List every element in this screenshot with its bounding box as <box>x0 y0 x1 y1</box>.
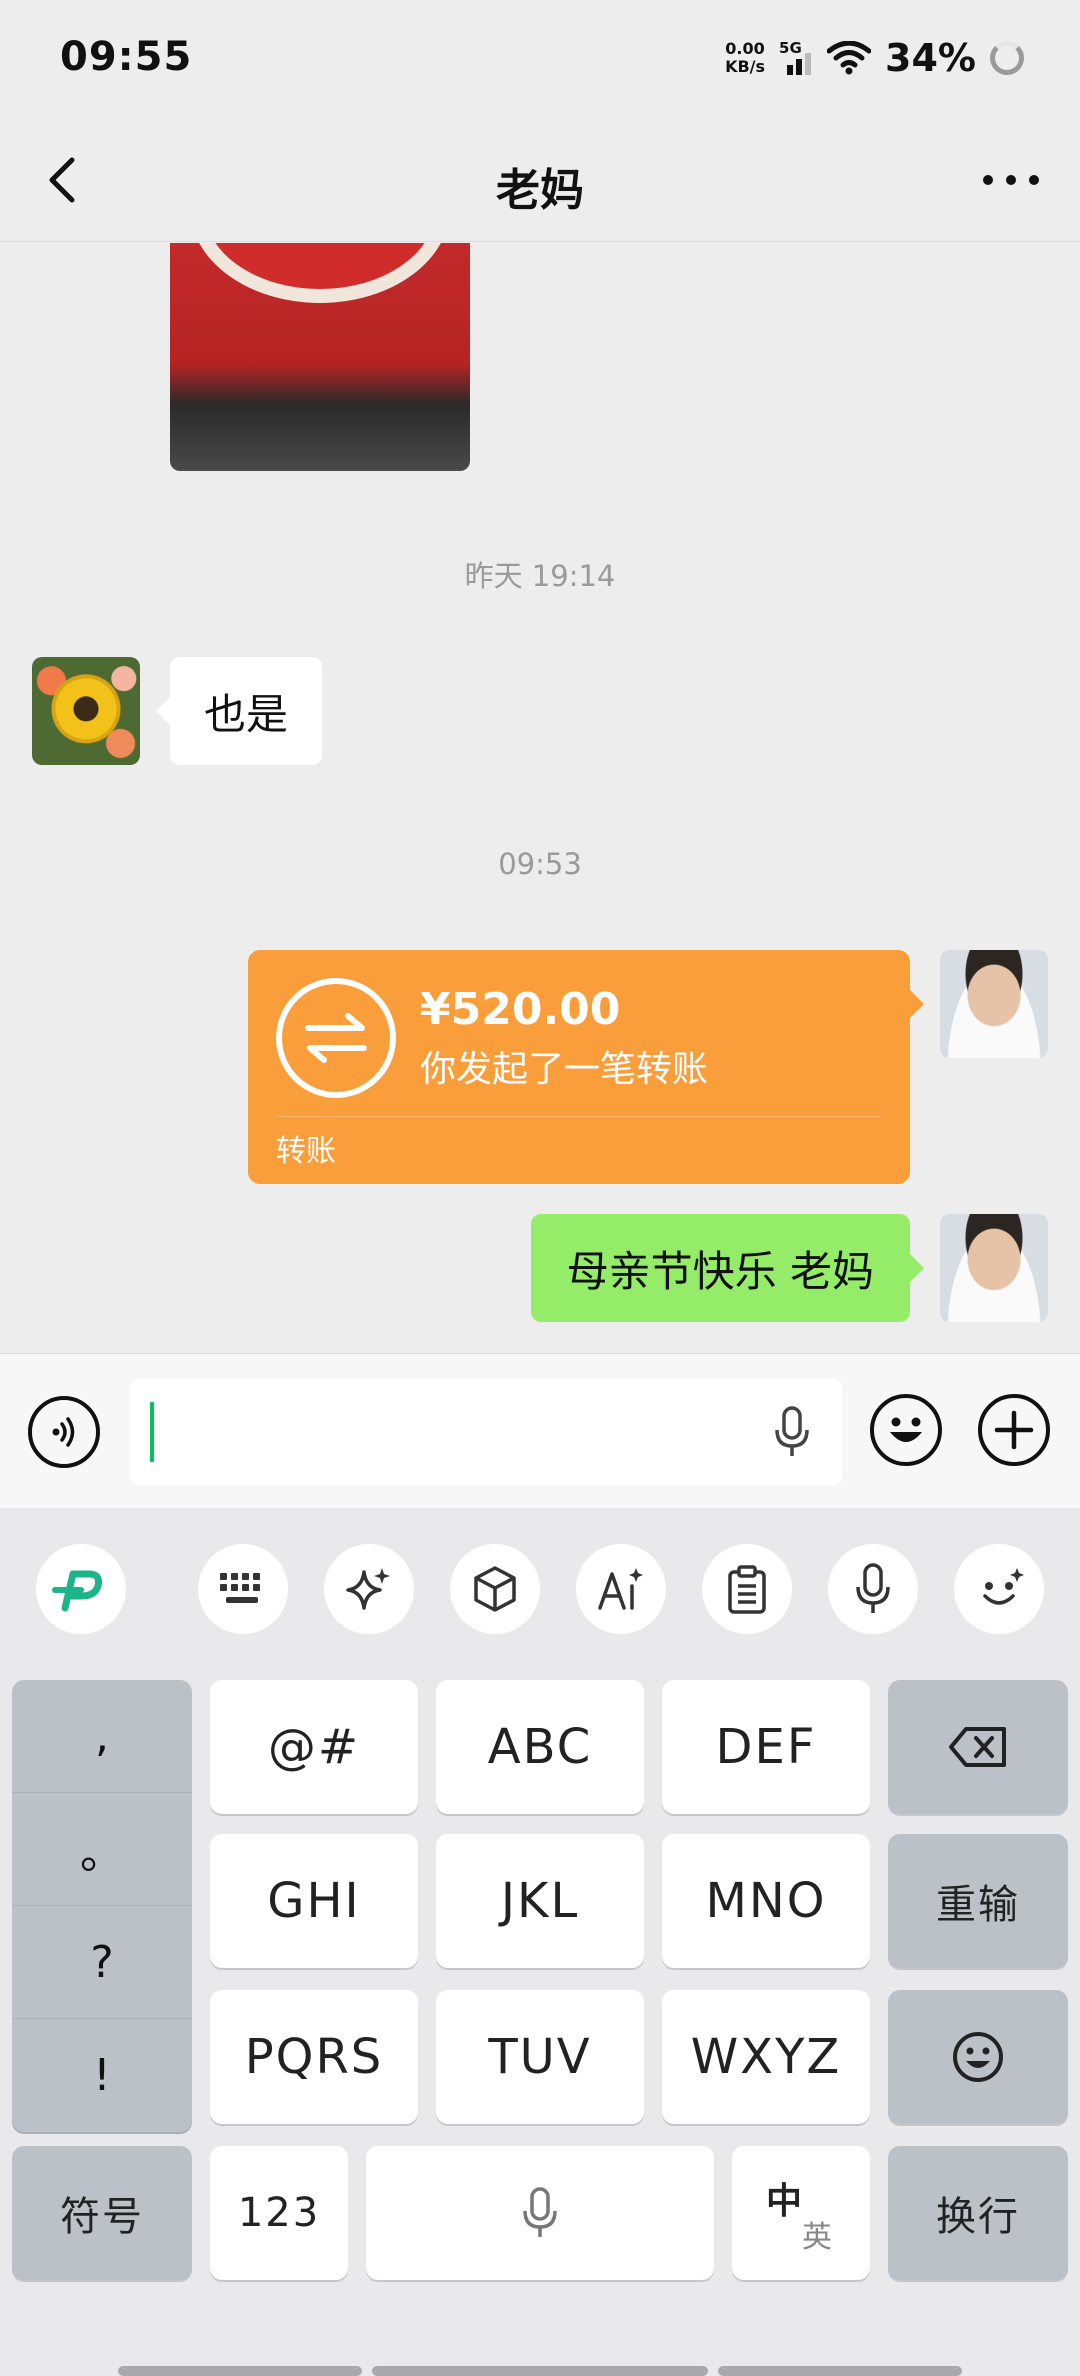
microphone-icon <box>856 1563 890 1613</box>
message-input-bar <box>0 1353 1080 1508</box>
microphone-icon[interactable] <box>772 1406 812 1458</box>
key-def[interactable]: DEF <box>662 1680 870 1814</box>
enter-key[interactable]: 换行 <box>888 2146 1068 2280</box>
sparkle-icon <box>346 1568 390 1610</box>
status-time: 09:55 <box>60 34 193 80</box>
emoji-face-button[interactable] <box>954 1544 1044 1634</box>
text-cursor <box>150 1402 154 1462</box>
ai-text-icon <box>598 1568 643 1610</box>
key-mno[interactable]: MNO <box>662 1834 870 1968</box>
emoji-button[interactable] <box>870 1394 942 1466</box>
keyboard-icon <box>220 1573 260 1603</box>
emoji-icon <box>890 1417 922 1442</box>
key-symbols-at[interactable]: @# <box>210 1680 418 1814</box>
network-speed: 0.00 KB/s <box>725 39 766 76</box>
emoji-icon <box>953 2032 1003 2082</box>
key-wxyz[interactable]: WXYZ <box>662 1990 870 2124</box>
ai-writing-button[interactable] <box>576 1544 666 1634</box>
key-jkl[interactable]: JKL <box>436 1834 644 1968</box>
punctuation-key[interactable]: 。 <box>12 1793 192 1906</box>
status-bar: 09:55 0.00 KB/s 5G 34% <box>0 0 1080 120</box>
key-ghi[interactable]: GHI <box>210 1834 418 1968</box>
home-indicator <box>718 2366 962 2376</box>
keyboard-switch-button[interactable] <box>198 1544 288 1634</box>
plus-icon <box>994 1410 1034 1450</box>
language-switch-key[interactable]: 中 英 <box>732 2146 870 2280</box>
battery-icon <box>990 41 1024 75</box>
backspace-icon <box>949 1727 1006 1767</box>
transfer-label: 转账 <box>276 1134 336 1169</box>
keyboard-toolbar <box>0 1544 1080 1636</box>
message-input[interactable] <box>130 1378 842 1486</box>
space-key[interactable] <box>366 2146 714 2280</box>
lang-en-label: 英 <box>802 2220 834 2255</box>
backspace-key[interactable] <box>888 1680 1068 1814</box>
key-pqrs[interactable]: PQRS <box>210 1990 418 2124</box>
my-avatar[interactable] <box>940 950 1048 1058</box>
message-timestamp: 昨天 19:14 <box>464 559 616 593</box>
ime-logo-button[interactable] <box>36 1544 126 1634</box>
voice-icon <box>52 1417 75 1447</box>
image-message[interactable] <box>170 243 470 471</box>
retype-key[interactable]: 重输 <box>888 1834 1068 1968</box>
more-functions-button[interactable] <box>978 1394 1050 1466</box>
emoji-key[interactable] <box>888 1990 1068 2124</box>
divider <box>276 1116 882 1117</box>
clipboard-button[interactable] <box>702 1544 792 1634</box>
skin-button[interactable] <box>450 1544 540 1634</box>
more-options-icon[interactable] <box>978 158 1044 202</box>
ime-keyboard: , 。 ? ! @# ABC DEF GHI JKL MNO 重输 PQRS T… <box>0 1508 1080 2376</box>
transfer-amount: ¥520.00 <box>420 984 621 1035</box>
transfer-description: 你发起了一笔转账 <box>420 1049 709 1090</box>
punctuation-key[interactable]: ! <box>12 2019 192 2132</box>
punctuation-key[interactable]: ? <box>12 1906 192 2019</box>
playful-face-icon <box>983 1568 1024 1605</box>
battery-percentage: 34% <box>885 36 976 80</box>
message-timestamp: 09:53 <box>498 847 582 881</box>
chat-header: 老妈 <box>0 120 1080 242</box>
punctuation-column: , 。 ? ! <box>12 1680 192 2132</box>
lang-zh-label: 中 <box>766 2181 805 2222</box>
outgoing-text-message[interactable]: 母亲节快乐 老妈 <box>530 1214 925 1322</box>
punctuation-key[interactable]: , <box>12 1680 192 1793</box>
key-tuv[interactable]: TUV <box>436 1990 644 2124</box>
ime-logo-icon <box>52 1570 103 1612</box>
incoming-text-message[interactable]: 也是 <box>155 657 323 765</box>
transfer-message[interactable]: ¥520.00 你发起了一笔转账 转账 <box>248 950 924 1184</box>
transfer-icon <box>276 978 396 1098</box>
my-avatar[interactable] <box>940 1214 1048 1322</box>
symbols-key[interactable]: 符号 <box>12 2146 192 2280</box>
chat-message-list[interactable]: 昨天 19:14 也是 09:53 ¥520.00 你发起了一笔转账 转账 母亲… <box>0 243 1080 1353</box>
voice-input-button[interactable] <box>828 1544 918 1634</box>
chat-title: 老妈 <box>496 165 584 216</box>
microphone-icon <box>523 2187 557 2237</box>
status-icons: 0.00 KB/s 5G 34% <box>725 36 1024 80</box>
wifi-icon <box>827 41 872 75</box>
voice-mode-button[interactable] <box>28 1396 100 1468</box>
key-abc[interactable]: ABC <box>436 1680 644 1814</box>
cube-icon <box>474 1566 516 1612</box>
home-indicator <box>372 2366 708 2376</box>
numbers-key[interactable]: 123 <box>210 2146 348 2280</box>
home-indicator <box>118 2366 362 2376</box>
cellular-signal-icon: 5G <box>779 39 813 75</box>
contact-avatar[interactable] <box>32 657 140 765</box>
photo-content <box>190 243 450 303</box>
clipboard-icon <box>728 1565 766 1614</box>
ai-sparkle-button[interactable] <box>324 1544 414 1634</box>
